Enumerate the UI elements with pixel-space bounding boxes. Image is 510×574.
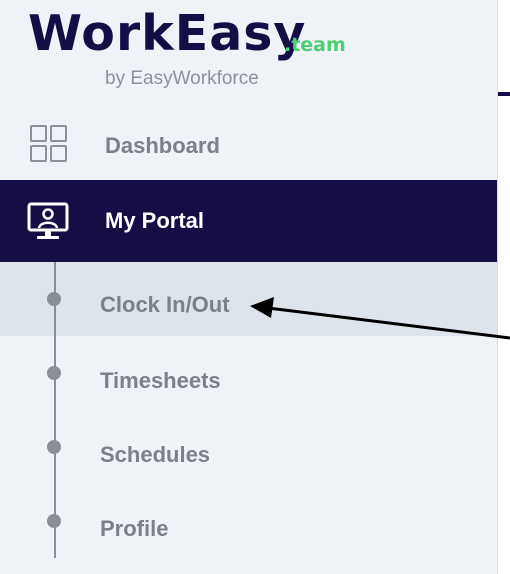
subnav-item-timesheets[interactable]: Timesheets <box>0 336 497 410</box>
sidebar: WorkEasy .team by EasyWorkforce Dashboar… <box>0 0 497 574</box>
subnav-item-label: Profile <box>100 516 169 541</box>
content-panel <box>498 0 510 574</box>
subnav-item-label: Clock In/Out <box>100 292 230 317</box>
subnav-item-profile[interactable]: Profile <box>0 484 497 558</box>
grid-icon <box>30 125 68 163</box>
sidebar-item-label: My Portal <box>105 208 205 233</box>
sidebar-item-label: Dashboard <box>105 133 220 158</box>
subnav-item-label: Timesheets <box>100 368 221 393</box>
brand-name: WorkEasy <box>28 5 307 62</box>
brand-byline: by EasyWorkforce <box>105 68 259 89</box>
header-underline <box>498 92 510 96</box>
subnav-item-schedules[interactable]: Schedules <box>0 410 497 484</box>
brand-suffix: .team <box>284 34 346 56</box>
sidebar-item-dashboard[interactable]: Dashboard <box>0 116 497 176</box>
sidebar-item-my-portal[interactable]: My Portal <box>0 180 497 262</box>
brand-logo[interactable]: WorkEasy .team by EasyWorkforce <box>28 4 346 89</box>
monitor-user-icon <box>27 202 69 239</box>
subnav-item-label: Schedules <box>100 442 211 467</box>
subnav-item-clock-in-out[interactable]: Clock In/Out <box>0 262 497 336</box>
subnav-connector-line <box>54 262 56 558</box>
